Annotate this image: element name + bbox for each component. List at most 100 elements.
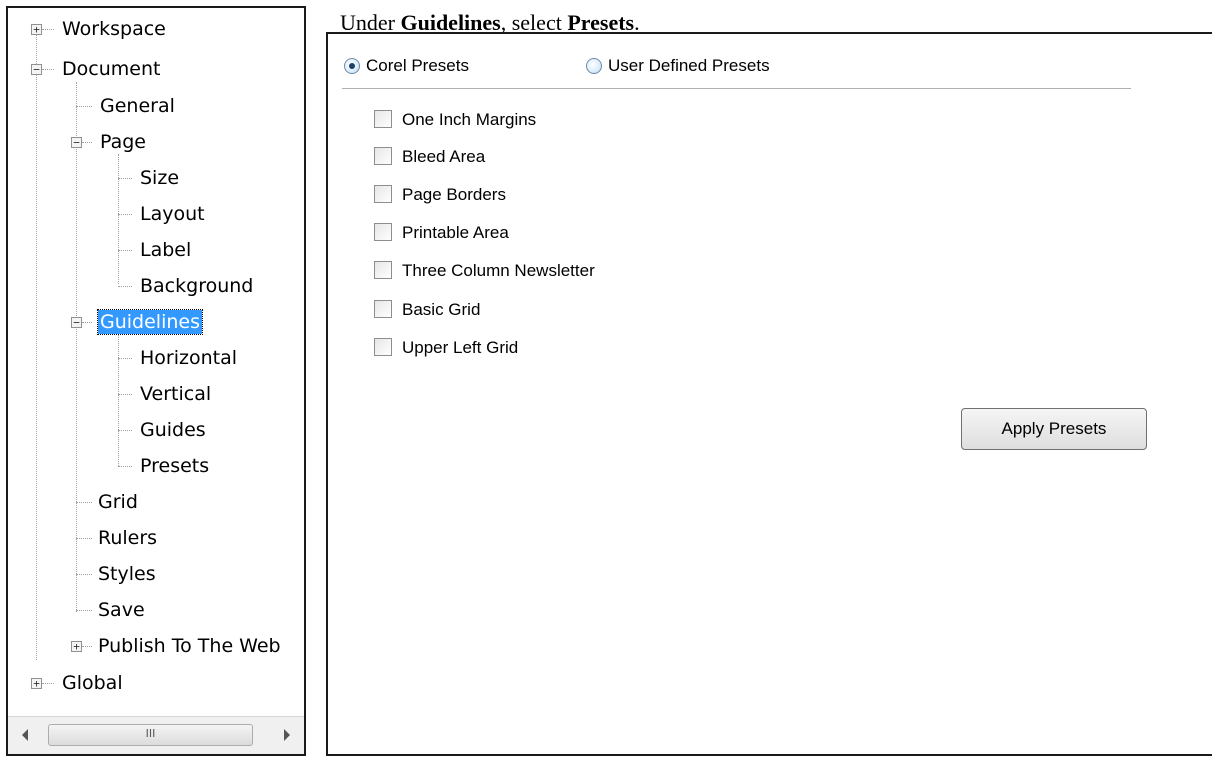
- tree-item-publish-to-the-web[interactable]: Publish To The Web: [96, 628, 283, 664]
- tree-connector: [118, 394, 132, 395]
- tree-item-horizontal[interactable]: Horizontal: [138, 340, 239, 376]
- tree-connector: [76, 538, 92, 539]
- tree-connector: [118, 466, 132, 467]
- tree-item-styles[interactable]: Styles: [96, 556, 158, 592]
- tree-item-label: Styles: [98, 563, 156, 585]
- tree-item-label: General: [100, 95, 175, 117]
- instruction-caption: Under Guidelines, select Presets.: [340, 12, 640, 34]
- radio-selected-icon[interactable]: [344, 58, 360, 74]
- tree-item-label: Global: [62, 672, 123, 694]
- checkbox-label: Page Borders: [402, 185, 506, 204]
- tree-connector: [118, 358, 132, 359]
- checkbox-label: Bleed Area: [402, 147, 486, 166]
- horizontal-scrollbar[interactable]: III: [8, 716, 304, 754]
- preset-checkbox-basic-grid[interactable]: Basic Grid: [374, 298, 480, 322]
- tree-item-label: Vertical: [140, 383, 212, 405]
- expand-plus-icon[interactable]: +: [31, 24, 42, 35]
- tree-item-layout[interactable]: Layout: [138, 196, 207, 232]
- tree-item-grid[interactable]: Grid: [96, 484, 140, 520]
- apply-presets-button[interactable]: Apply Presets: [961, 408, 1147, 450]
- checkbox-icon[interactable]: [374, 185, 392, 203]
- radio-unselected-icon[interactable]: [586, 58, 602, 74]
- tree-item-save[interactable]: Save: [96, 592, 147, 628]
- tree-connector: [36, 28, 37, 660]
- tree-item-size[interactable]: Size: [138, 160, 181, 196]
- tree-item-label: Layout: [140, 203, 205, 225]
- tree-connector: [118, 178, 132, 179]
- preset-checkbox-upper-left-grid[interactable]: Upper Left Grid: [374, 336, 518, 360]
- tree-item-document[interactable]: Document: [60, 51, 162, 87]
- divider: [342, 88, 1131, 90]
- tree-item-label: Document: [62, 58, 161, 80]
- tree-item-general[interactable]: General: [98, 88, 177, 124]
- tree-item-label: Workspace: [62, 18, 166, 40]
- scrollbar-thumb[interactable]: III: [48, 724, 253, 746]
- collapse-minus-icon[interactable]: −: [71, 317, 82, 328]
- tree-item-guides[interactable]: Guides: [138, 412, 208, 448]
- checkbox-icon[interactable]: [374, 338, 392, 356]
- checkbox-label: Upper Left Grid: [402, 338, 519, 357]
- checkbox-icon[interactable]: [374, 300, 392, 318]
- tree-connector: [118, 250, 132, 251]
- preset-checkbox-printable-area[interactable]: Printable Area: [374, 221, 509, 245]
- tree-item-label: Rulers: [98, 527, 158, 549]
- tree-connector: [82, 646, 92, 647]
- checkbox-label: Printable Area: [402, 223, 509, 242]
- tree-item-page[interactable]: Page: [98, 124, 148, 160]
- corel-presets-radio[interactable]: Corel Presets: [344, 54, 469, 78]
- checkbox-icon[interactable]: [374, 147, 392, 165]
- preset-checkbox-bleed-area[interactable]: Bleed Area: [374, 145, 485, 169]
- checkbox-icon[interactable]: [374, 223, 392, 241]
- tree-item-vertical[interactable]: Vertical: [138, 376, 213, 412]
- collapse-minus-icon[interactable]: −: [71, 137, 82, 148]
- preset-checkbox-page-borders[interactable]: Page Borders: [374, 183, 506, 207]
- tree-item-global[interactable]: Global: [60, 665, 125, 701]
- options-tree-panel: + − − − + + Workspace Document General P…: [6, 6, 306, 756]
- presets-settings-panel: Corel Presets User Defined Presets One I…: [326, 32, 1212, 756]
- tree-connector: [42, 683, 54, 684]
- tree-connector: [76, 502, 92, 503]
- tree-item-label: Grid: [98, 491, 138, 513]
- expand-plus-icon[interactable]: +: [31, 678, 42, 689]
- tree-item-label: Save: [98, 599, 145, 621]
- tree-connector: [118, 286, 132, 287]
- tree-connector: [76, 82, 77, 612]
- tree-item-label-page[interactable]: Label: [138, 232, 193, 268]
- checkbox-label: One Inch Margins: [402, 110, 537, 129]
- preset-checkbox-one-inch-margins[interactable]: One Inch Margins: [374, 108, 536, 132]
- checkbox-icon[interactable]: [374, 110, 392, 128]
- expand-plus-icon[interactable]: +: [71, 641, 82, 652]
- grip-icon: III: [145, 727, 156, 740]
- tree-item-label: Presets: [140, 455, 210, 477]
- tree-connector: [118, 214, 132, 215]
- tree-item-label: Guides: [140, 419, 206, 441]
- tree-connector: [118, 334, 119, 466]
- tree-connector: [42, 29, 54, 30]
- tree-item-guidelines[interactable]: Guidelines: [97, 304, 203, 340]
- preset-checkbox-three-column-newsletter[interactable]: Three Column Newsletter: [374, 259, 595, 283]
- tree-item-label: Horizontal: [140, 347, 238, 369]
- user-defined-presets-radio[interactable]: User Defined Presets: [586, 54, 770, 78]
- tree-item-label: Guidelines: [97, 309, 203, 335]
- tree-item-rulers[interactable]: Rulers: [96, 520, 159, 556]
- collapse-minus-icon[interactable]: −: [31, 64, 42, 75]
- tree-item-label: Size: [140, 167, 180, 189]
- scroll-right-arrow-icon[interactable]: [284, 729, 290, 741]
- tree-connector: [118, 430, 132, 431]
- tree-item-presets[interactable]: Presets: [138, 448, 211, 484]
- tree-connector: [118, 154, 119, 284]
- tree-connector: [76, 610, 92, 611]
- tree-connector: [42, 69, 54, 70]
- tree-item-label: Page: [100, 131, 146, 153]
- checkbox-icon[interactable]: [374, 261, 392, 279]
- tree-connector: [82, 142, 92, 143]
- checkbox-label: Three Column Newsletter: [402, 261, 595, 280]
- tree-item-workspace[interactable]: Workspace: [60, 11, 168, 47]
- checkbox-label: Basic Grid: [402, 300, 481, 319]
- options-tree: + − − − + + Workspace Document General P…: [8, 8, 304, 716]
- tree-connector: [76, 574, 92, 575]
- tree-item-background[interactable]: Background: [138, 268, 255, 304]
- tree-connector: [82, 322, 92, 323]
- scroll-left-arrow-icon[interactable]: [22, 729, 28, 741]
- tree-item-label: Label: [140, 239, 192, 261]
